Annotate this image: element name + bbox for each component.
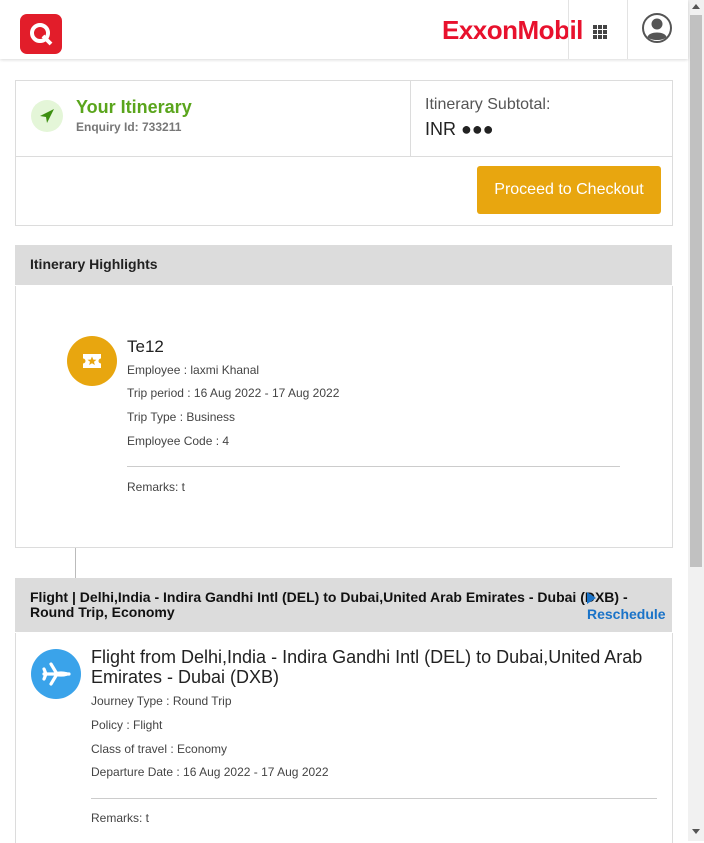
reschedule-icon	[587, 592, 596, 604]
employee-code: Employee Code : 4	[127, 434, 230, 448]
flight-remarks: Remarks: t	[91, 811, 150, 825]
vertical-scrollbar[interactable]	[688, 0, 704, 841]
brand-logo: ExxonMobil	[442, 15, 583, 45]
header-divider	[627, 0, 628, 59]
proceed-to-checkout-button[interactable]: Proceed to Checkout	[477, 166, 661, 214]
trip-name: Te12	[127, 337, 164, 356]
q-logo-icon	[30, 23, 53, 46]
employee-name: Employee : laxmi Khanal	[127, 363, 260, 377]
class-of-travel: Class of travel : Economy	[91, 742, 228, 756]
flight-heading-text: Flight | Delhi,India - Indira Gandhi Int…	[30, 589, 628, 620]
ticket-icon	[67, 336, 117, 386]
scroll-down-arrow-icon[interactable]	[692, 829, 700, 834]
divider	[127, 466, 620, 467]
flight-section-heading: Flight | Delhi,India - Indira Gandhi Int…	[15, 578, 672, 632]
navigation-arrow-icon	[31, 100, 63, 132]
flight-section-body: Flight from Delhi,India - Indira Gandhi …	[15, 633, 673, 843]
journey-type: Journey Type : Round Trip	[91, 694, 232, 708]
header-divider	[568, 0, 569, 59]
flight-title: Flight from Delhi,India - Indira Gandhi …	[91, 647, 643, 687]
user-profile-icon[interactable]	[641, 12, 673, 44]
itinerary-highlights-heading: Itinerary Highlights	[15, 245, 672, 285]
departure-date: Departure Date : 16 Aug 2022 - 17 Aug 20…	[91, 765, 329, 779]
reschedule-label: Reschedule	[587, 606, 666, 622]
subtotal-label: Itinerary Subtotal:	[425, 96, 551, 113]
airplane-icon	[31, 649, 81, 699]
apps-grid-icon[interactable]	[585, 17, 613, 45]
itinerary-highlights-body: Te12 Employee : laxmi Khanal Trip period…	[15, 286, 673, 548]
enquiry-id: Enquiry Id: 733211	[76, 120, 182, 134]
trip-period: Trip period : 16 Aug 2022 - 17 Aug 2022	[127, 386, 340, 400]
trip-type: Trip Type : Business	[127, 410, 236, 424]
scrollbar-thumb[interactable]	[690, 15, 702, 567]
app-header: ExxonMobil	[0, 0, 688, 59]
reschedule-link[interactable]: Reschedule	[587, 590, 672, 622]
summary-divider	[16, 156, 672, 157]
scroll-up-arrow-icon[interactable]	[692, 4, 700, 9]
app-logo[interactable]	[20, 14, 62, 54]
timeline-connector	[75, 548, 76, 578]
divider	[91, 798, 657, 799]
subtotal-value: INR ●●●	[425, 119, 494, 139]
itinerary-title: Your Itinerary	[76, 97, 192, 117]
summary-divider	[410, 81, 411, 156]
itinerary-summary-card: Your Itinerary Enquiry Id: 733211 Itiner…	[15, 80, 673, 226]
remarks: Remarks: t	[127, 480, 186, 494]
policy: Policy : Flight	[91, 718, 163, 732]
